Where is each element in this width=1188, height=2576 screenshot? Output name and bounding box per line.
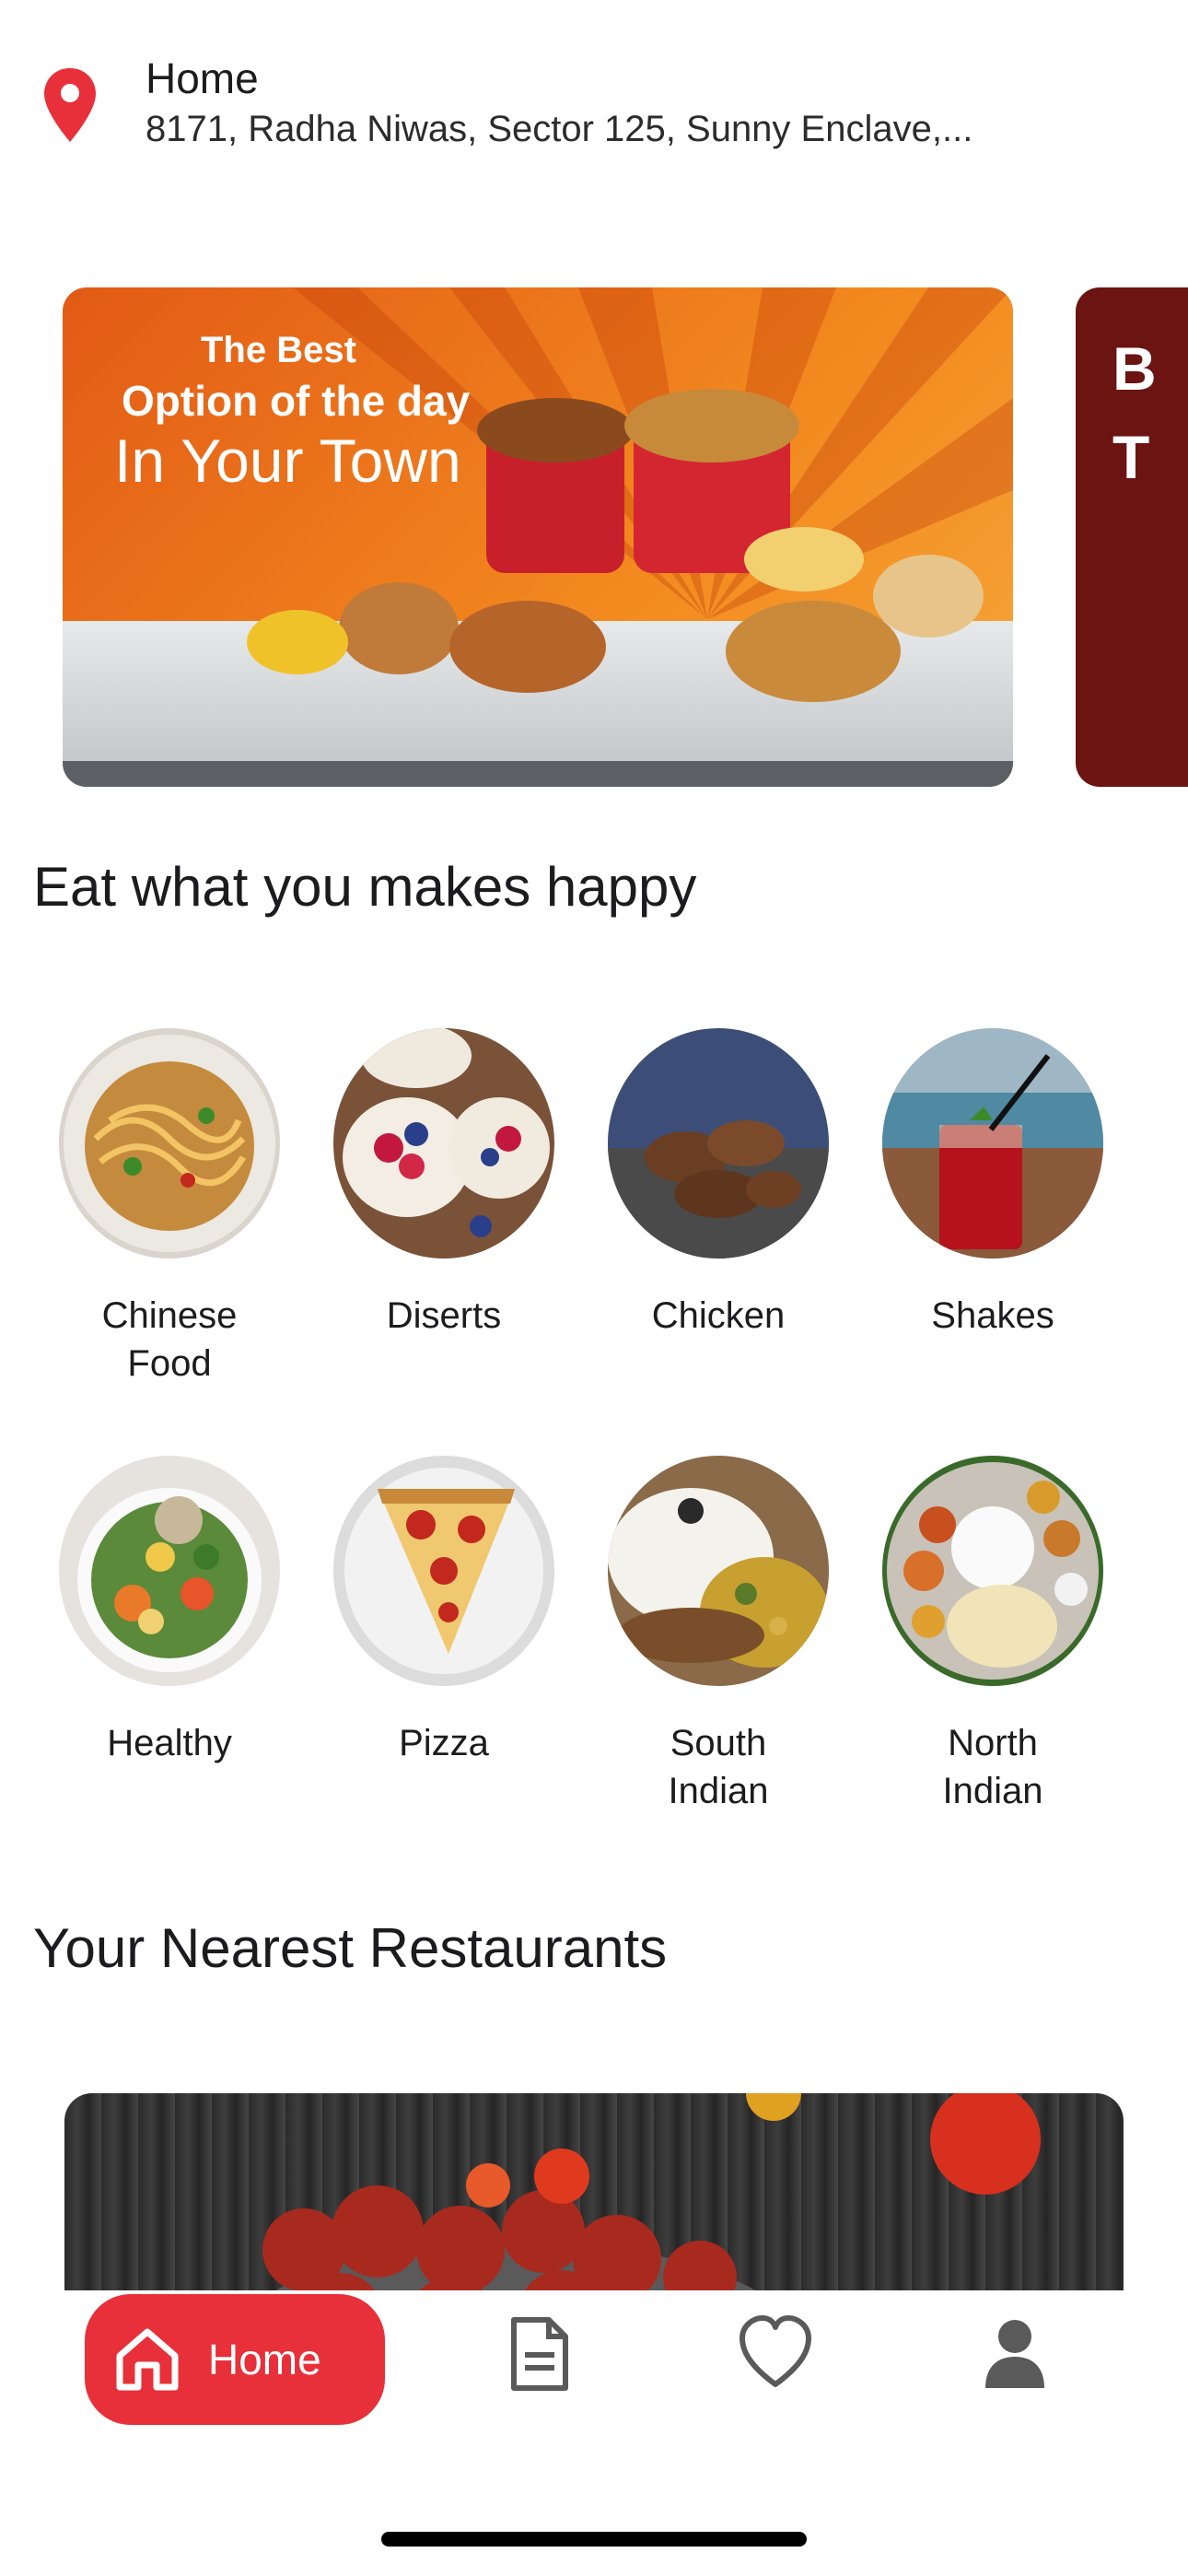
home-icon: [116, 2328, 179, 2391]
table-edge: [63, 761, 1013, 787]
category-shakes[interactable]: [882, 1028, 1103, 1259]
category-healthy[interactable]: [59, 1456, 280, 1686]
category-diserts[interactable]: [333, 1028, 554, 1259]
favorites-icon[interactable]: [739, 2314, 812, 2394]
category-label-chinese-food: Chinese Food: [101, 1295, 238, 1384]
dessert-tarts-icon: [333, 1028, 554, 1259]
sub-sandwich: [449, 601, 606, 693]
home-indicator: [381, 2532, 807, 2547]
thali-plate-icon: [882, 1456, 1103, 1686]
orders-icon[interactable]: [503, 2314, 577, 2394]
category-chicken[interactable]: [608, 1028, 829, 1259]
grilled-chicken-icon: [608, 1028, 829, 1259]
burger-right: [726, 601, 901, 702]
fried-chicken-right-top: [624, 389, 799, 463]
category-label-diserts: Diserts: [386, 1295, 502, 1336]
category-label-south-indian: South Indian: [668, 1723, 769, 1811]
delivery-address[interactable]: 8171, Radha Niwas, Sector 125, Sunny Enc…: [146, 109, 973, 150]
rice-curry-icon: [608, 1456, 829, 1686]
fried-chicken-top: [477, 398, 634, 463]
category-south-indian[interactable]: [608, 1456, 829, 1686]
promo-banner-next[interactable]: B T: [1076, 287, 1188, 787]
category-label-north-indian: North Indian: [942, 1723, 1043, 1811]
banner-next-text: B T: [1112, 334, 1157, 491]
profile-icon[interactable]: [978, 2314, 1052, 2394]
category-pizza[interactable]: [333, 1456, 554, 1686]
restaurants-title: Your Nearest Restaurants: [33, 1917, 668, 1979]
wrap: [873, 555, 984, 638]
nav-home-label: Home: [208, 2336, 321, 2383]
banner-line-1: The Best: [201, 330, 356, 370]
nav-home-button[interactable]: Home: [85, 2294, 385, 2425]
category-chinese-food[interactable]: [59, 1028, 280, 1259]
banner-line-3: In Your Town: [114, 427, 461, 495]
category-north-indian[interactable]: [882, 1456, 1103, 1686]
category-label-pizza: Pizza: [399, 1723, 489, 1763]
noodles-bowl-icon: [59, 1028, 280, 1259]
burger-left: [339, 582, 459, 674]
promo-banner[interactable]: The Best Option of the day In Your Town: [63, 287, 1013, 787]
category-label-chicken: Chicken: [651, 1295, 786, 1336]
categories-title: Eat what you makes happy: [33, 856, 697, 918]
drink-glass-icon: [882, 1028, 1103, 1259]
category-label-healthy: Healthy: [107, 1723, 232, 1763]
category-label-shakes: Shakes: [931, 1295, 1054, 1336]
location-pin-icon: [44, 68, 96, 142]
banner-line-2: Option of the day: [122, 377, 471, 425]
location-label[interactable]: Home: [146, 53, 259, 103]
fries: [247, 610, 348, 674]
pizza-slice-icon: [333, 1456, 554, 1686]
salad-bowl-icon: [59, 1456, 280, 1686]
side-bowl: [744, 527, 864, 591]
